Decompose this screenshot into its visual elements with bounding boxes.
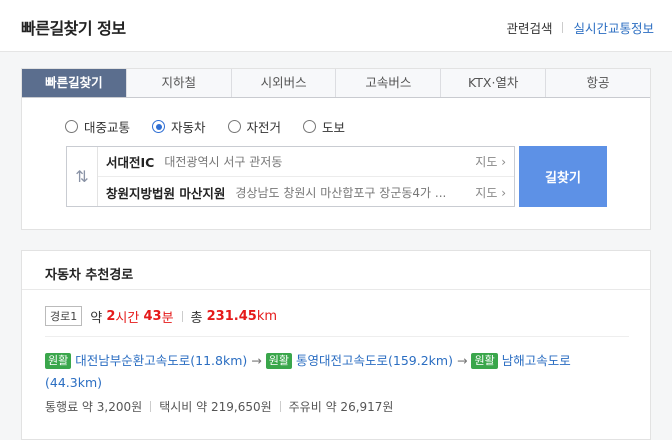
divider <box>279 401 281 412</box>
time-hours: 2 <box>106 308 116 324</box>
toll-fee: 통행료 약 3,200원 <box>45 400 143 414</box>
traffic-status-tag: 원활 <box>265 353 292 369</box>
time-minutes: 43 <box>143 308 162 324</box>
road-segment-length: (44.3km) <box>45 375 103 390</box>
mode-bicycle-radio[interactable]: 자전거 <box>227 117 282 136</box>
destination-address: 경상남도 창원시 마산합포구 장군동4가 ... <box>235 185 447 200</box>
route-info-card: 빠른길찾기 정보 관련검색 실시간교통정보 빠른길찾기 지하철 시외버스 고속버… <box>0 0 672 440</box>
page-title: 빠른길찾기 정보 <box>21 19 126 38</box>
mode-label: 자동차 <box>171 120 206 135</box>
destination-name: 창원지방법원 마산지원 <box>106 185 226 201</box>
route-badge[interactable]: 경로1 <box>45 306 83 326</box>
distance-value: 231.45 <box>206 308 257 324</box>
divider <box>150 401 152 412</box>
mode-radio-group: 대중교통 자동차 자전거 도보 <box>65 117 367 136</box>
time-minutes-unit: 분 <box>161 310 174 326</box>
arrow-icon: → <box>456 353 468 368</box>
taxi-fee: 택시비 약 219,650원 <box>159 400 272 414</box>
realtime-traffic-link[interactable]: 실시간교통정보 <box>573 18 654 37</box>
route-roads: 원활 대전남부순환고속도로(11.8km) → 원활 통영대전고속도로(159.2km)… <box>45 350 630 394</box>
swap-icon[interactable]: ⇅ <box>67 147 98 206</box>
mode-transit-radio[interactable]: 대중교통 <box>65 117 130 136</box>
mode-label: 자전거 <box>246 120 282 135</box>
route-summary: 경로1 약 2 시간 43 분 총 231.45 km <box>45 306 277 326</box>
divider <box>22 289 650 290</box>
header: 빠른길찾기 정보 관련검색 실시간교통정보 <box>0 0 672 52</box>
traffic-status-tag: 원활 <box>471 353 498 369</box>
arrow-icon: → <box>251 353 262 368</box>
divider <box>562 22 564 33</box>
related-search-link[interactable]: 관련검색 <box>506 18 552 37</box>
distance-unit: km <box>256 308 278 324</box>
origin-field[interactable]: 서대전IC 대전광역시 서구 관저동 지도 › <box>98 147 514 177</box>
route-inputs: ⇅ 서대전IC 대전광역시 서구 관저동 지도 › 창원지방법원 마산지원 경상… <box>66 146 515 207</box>
radio-circle-icon <box>65 120 78 133</box>
result-title: 자동차 추천경로 <box>45 268 134 283</box>
tab-intercity-bus[interactable]: 시외버스 <box>231 69 337 97</box>
divider <box>45 336 629 337</box>
mode-car-radio[interactable]: 자동차 <box>152 117 206 136</box>
mode-label: 대중교통 <box>84 120 131 135</box>
mode-label: 도보 <box>322 120 346 135</box>
header-links: 관련검색 실시간교통정보 <box>506 18 654 37</box>
mode-walk-radio[interactable]: 도보 <box>303 117 345 136</box>
destination-map-link[interactable]: 지도 › <box>475 184 506 201</box>
road-segment: 대전남부순환고속도로(11.8km) <box>75 353 248 368</box>
origin-map-link[interactable]: 지도 › <box>475 153 506 170</box>
tab-express-bus[interactable]: 고속버스 <box>336 69 442 97</box>
result-panel: 자동차 추천경로 경로1 약 2 시간 43 분 총 231.45 km 원활 대… <box>21 250 651 440</box>
radio-circle-icon <box>227 120 241 133</box>
traffic-status-tag: 원활 <box>45 353 72 369</box>
radio-circle-icon <box>303 120 317 133</box>
transport-tabs: 빠른길찾기 지하철 시외버스 고속버스 KTX·열차 항공 <box>22 69 650 98</box>
origin-address: 대전광역시 서구 관저동 <box>164 155 283 169</box>
radio-checked-icon <box>152 120 166 133</box>
tab-flight[interactable]: 항공 <box>546 69 650 97</box>
road-segment: 통영대전고속도로(159.2km) <box>296 353 453 368</box>
tab-subway[interactable]: 지하철 <box>126 69 232 97</box>
search-panel: 빠른길찾기 지하철 시외버스 고속버스 KTX·열차 항공 대중교통 자동차 자… <box>21 68 651 230</box>
road-segment: 남해고속도로 <box>501 353 571 368</box>
fuel-fee: 주유비 약 26,917원 <box>288 400 394 414</box>
divider <box>181 310 183 322</box>
distance-prefix: 총 <box>190 310 203 326</box>
time-hours-unit: 시간 <box>115 310 140 326</box>
time-prefix: 약 <box>90 310 103 326</box>
origin-name: 서대전IC <box>106 155 155 170</box>
fee-summary: 통행료 약 3,200원 택시비 약 219,650원 주유비 약 26,917… <box>45 398 393 415</box>
tab-ktx-train[interactable]: KTX·열차 <box>441 69 547 97</box>
find-route-button[interactable]: 길찾기 <box>519 146 607 207</box>
destination-field[interactable]: 창원지방법원 마산지원 경상남도 창원시 마산합포구 장군동4가 ... 지도 … <box>98 177 514 207</box>
tab-fast-route[interactable]: 빠른길찾기 <box>22 69 127 97</box>
